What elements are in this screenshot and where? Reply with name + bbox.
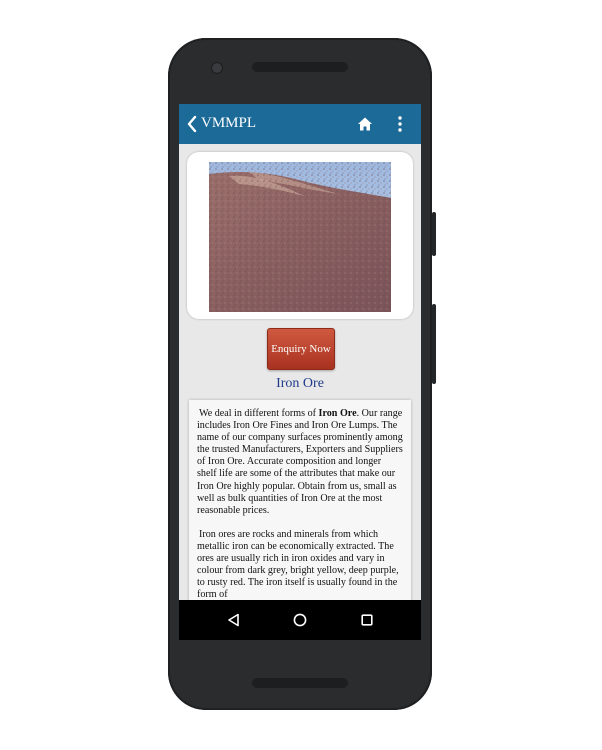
square-recents-icon[interactable] [361, 614, 373, 626]
power-button [432, 212, 436, 256]
product-image-card [187, 152, 413, 319]
triangle-back-icon[interactable] [227, 613, 241, 627]
app-bar: VMMPL [179, 104, 421, 144]
product-photo[interactable] [209, 162, 391, 312]
earpiece-speaker [252, 62, 348, 72]
more-vert-icon[interactable] [397, 115, 403, 133]
volume-button [432, 304, 436, 384]
home-icon[interactable] [357, 116, 373, 132]
front-camera [211, 62, 223, 74]
system-nav-bar [179, 600, 421, 640]
description-paragraph-2: Iron ores are rocks and minerals from wh… [197, 528, 399, 601]
circle-home-icon[interactable] [293, 613, 307, 627]
product-title: Iron Ore [276, 376, 324, 391]
app-screen: VMMPL Enquiry Now Iron Ore We deal in di… [179, 104, 421, 640]
enquiry-now-button[interactable]: Enquiry Now [267, 328, 335, 370]
bottom-speaker [252, 678, 348, 688]
description-text: We deal in different forms of Iron Ore. … [197, 408, 403, 613]
description-paragraph-1: We deal in different forms of Iron Ore. … [197, 408, 403, 516]
chevron-left-icon[interactable] [186, 115, 198, 133]
app-title: VMMPL [201, 115, 257, 131]
description-highlight: Iron Ore [318, 408, 357, 419]
